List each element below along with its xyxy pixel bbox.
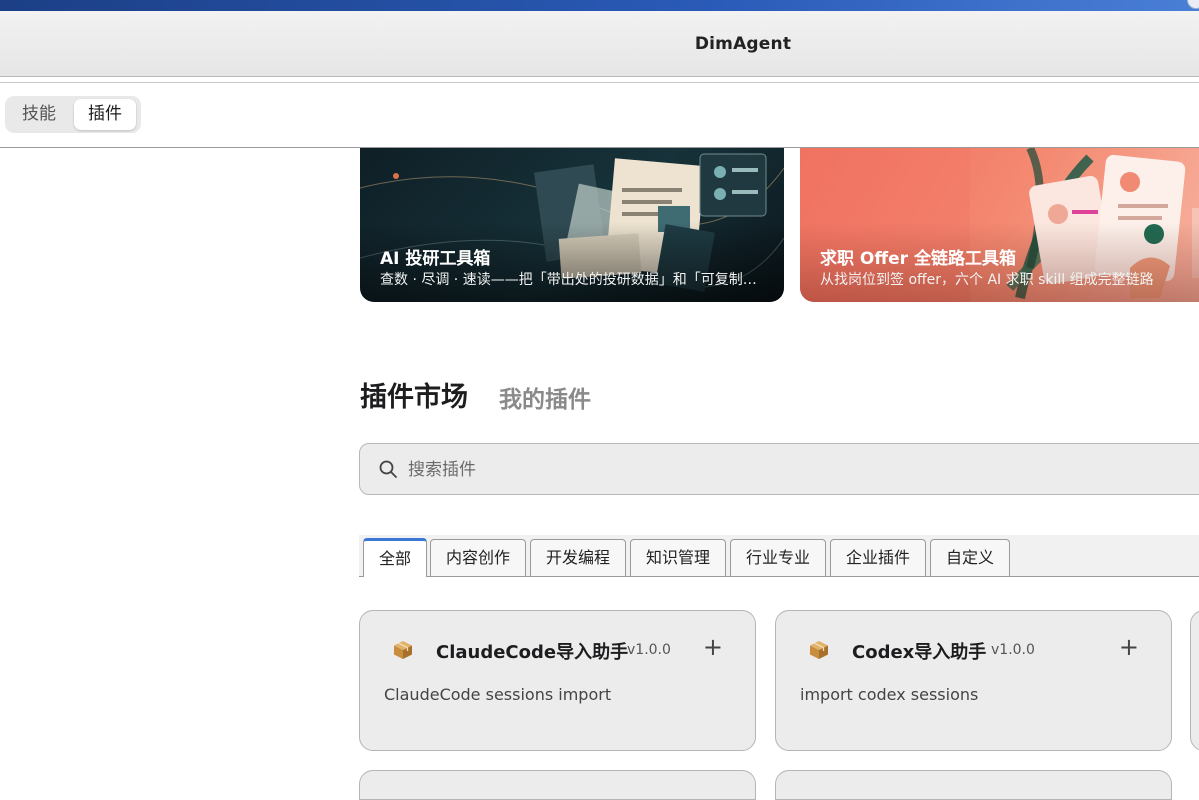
tabbar-baseline	[359, 576, 1199, 577]
search-input[interactable]	[408, 454, 1108, 486]
segment-plugins[interactable]: 插件	[74, 99, 136, 130]
tab-industry[interactable]: 行业专业	[730, 539, 826, 576]
window-titlebar: DimAgent	[0, 11, 1199, 77]
plugin-card[interactable]: Codex导入助手 v1.0.0 + import codex sessions	[775, 610, 1172, 751]
plugin-version: v1.0.0	[991, 642, 1035, 658]
add-plugin-button[interactable]: +	[1119, 633, 1139, 661]
plugin-version: v1.0.0	[627, 642, 671, 658]
tab-knowledge-management[interactable]: 知识管理	[630, 539, 726, 576]
segment-skills[interactable]: 技能	[8, 99, 70, 130]
tab-development[interactable]: 开发编程	[530, 539, 626, 576]
plugin-name: ClaudeCode导入助手	[436, 642, 629, 663]
package-icon	[394, 641, 412, 659]
category-tabs: 全部 内容创作 开发编程 知识管理 行业专业 企业插件 自定义	[359, 535, 1199, 577]
menu-extra-icon	[1187, 0, 1199, 9]
plugin-card-partial[interactable]	[775, 770, 1172, 800]
window-title: DimAgent	[694, 34, 792, 54]
plugin-card[interactable]: ClaudeCode导入助手 v1.0.0 + ClaudeCode sessi…	[359, 610, 756, 751]
banner-subtitle: 从找岗位到签 offer，六个 AI 求职 skill 组成完整链路	[820, 272, 1154, 288]
banner-title: AI 投研工具箱	[380, 249, 491, 269]
banner-job-offer-toolbox[interactable]: 求职 Offer 全链路工具箱 从找岗位到签 offer，六个 AI 求职 sk…	[800, 148, 1199, 302]
plugin-description: import codex sessions	[800, 685, 979, 704]
banner-ai-research-toolbox[interactable]: AI 投研工具箱 查数 · 尽调 · 速读——把「带出处的投研数据」和「可复制…	[360, 148, 784, 302]
divider	[0, 82, 1199, 83]
plugin-card-partial[interactable]	[1190, 610, 1199, 751]
tab-my-plugins[interactable]: 我的插件	[499, 380, 591, 414]
mode-segmented-control: 技能 插件	[5, 96, 141, 133]
tab-custom[interactable]: 自定义	[930, 539, 1010, 576]
tab-enterprise[interactable]: 企业插件	[830, 539, 926, 576]
banner-title: 求职 Offer 全链路工具箱	[820, 249, 1016, 269]
tab-content-creation[interactable]: 内容创作	[430, 539, 526, 576]
plugin-card-partial[interactable]	[359, 770, 756, 800]
tab-all[interactable]: 全部	[363, 538, 427, 577]
plugin-description: ClaudeCode sessions import	[384, 685, 612, 704]
search-icon	[379, 460, 397, 478]
tab-plugin-market[interactable]: 插件市场	[360, 375, 468, 414]
plugin-name: Codex导入助手	[852, 642, 987, 663]
add-plugin-button[interactable]: +	[703, 633, 723, 661]
banner-subtitle: 查数 · 尽调 · 速读——把「带出处的投研数据」和「可复制…	[380, 272, 757, 288]
search-box[interactable]	[359, 443, 1199, 495]
package-icon	[810, 641, 828, 659]
desktop-background	[0, 0, 1199, 11]
